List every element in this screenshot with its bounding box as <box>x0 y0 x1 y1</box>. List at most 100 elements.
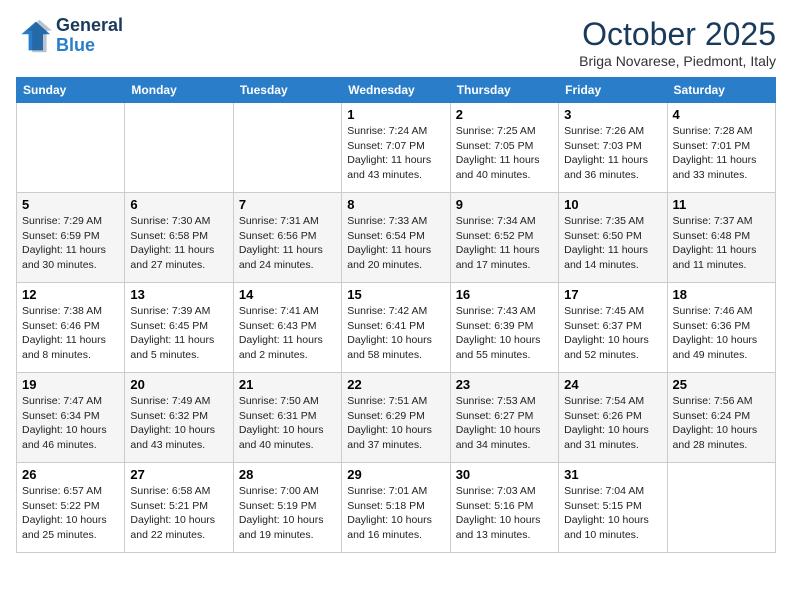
day-number: 14 <box>239 287 336 302</box>
day-number: 8 <box>347 197 444 212</box>
day-number: 31 <box>564 467 661 482</box>
day-info: Sunrise: 7:45 AM Sunset: 6:37 PM Dayligh… <box>564 304 661 363</box>
day-info: Sunrise: 7:42 AM Sunset: 6:41 PM Dayligh… <box>347 304 444 363</box>
day-info: Sunrise: 7:03 AM Sunset: 5:16 PM Dayligh… <box>456 484 553 543</box>
logo-line1: General <box>56 15 123 35</box>
calendar-cell: 15 Sunrise: 7:42 AM Sunset: 6:41 PM Dayli… <box>342 283 450 373</box>
calendar-cell: 13 Sunrise: 7:39 AM Sunset: 6:45 PM Dayli… <box>125 283 233 373</box>
calendar-cell: 29 Sunrise: 7:01 AM Sunset: 5:18 PM Dayli… <box>342 463 450 553</box>
calendar-cell: 14 Sunrise: 7:41 AM Sunset: 6:43 PM Dayli… <box>233 283 341 373</box>
calendar-cell: 18Sunrise: 7:46 AM Sunset: 6:36 PM Dayli… <box>667 283 775 373</box>
calendar-cell: 12 Sunrise: 7:38 AM Sunset: 6:46 PM Dayli… <box>17 283 125 373</box>
day-number: 29 <box>347 467 444 482</box>
day-info: Sunrise: 7:00 AM Sunset: 5:19 PM Dayligh… <box>239 484 336 543</box>
calendar-cell: 7 Sunrise: 7:31 AM Sunset: 6:56 PM Daylig… <box>233 193 341 283</box>
day-number: 30 <box>456 467 553 482</box>
day-info: Sunrise: 7:35 AM Sunset: 6:50 PM Dayligh… <box>564 214 661 273</box>
day-info: Sunrise: 7:04 AM Sunset: 5:15 PM Dayligh… <box>564 484 661 543</box>
title-block: October 2025 Briga Novarese, Piedmont, I… <box>579 16 776 69</box>
day-number: 26 <box>22 467 119 482</box>
calendar-cell: 26 Sunrise: 6:57 AM Sunset: 5:22 PM Dayli… <box>17 463 125 553</box>
day-info: Sunrise: 7:46 AM Sunset: 6:36 PM Dayligh… <box>673 304 770 363</box>
day-number: 12 <box>22 287 119 302</box>
day-number: 25 <box>673 377 770 392</box>
day-info: Sunrise: 7:24 AM Sunset: 7:07 PM Dayligh… <box>347 124 444 183</box>
day-number: 17 <box>564 287 661 302</box>
day-info: Sunrise: 7:33 AM Sunset: 6:54 PM Dayligh… <box>347 214 444 273</box>
day-info: Sunrise: 7:53 AM Sunset: 6:27 PM Dayligh… <box>456 394 553 453</box>
day-info: Sunrise: 7:41 AM Sunset: 6:43 PM Dayligh… <box>239 304 336 363</box>
calendar-cell: 5 Sunrise: 7:29 AM Sunset: 6:59 PM Daylig… <box>17 193 125 283</box>
day-number: 5 <box>22 197 119 212</box>
day-number: 4 <box>673 107 770 122</box>
day-number: 9 <box>456 197 553 212</box>
day-info: Sunrise: 7:43 AM Sunset: 6:39 PM Dayligh… <box>456 304 553 363</box>
day-info: Sunrise: 7:51 AM Sunset: 6:29 PM Dayligh… <box>347 394 444 453</box>
day-info: Sunrise: 7:39 AM Sunset: 6:45 PM Dayligh… <box>130 304 227 363</box>
calendar-cell <box>233 103 341 193</box>
day-number: 6 <box>130 197 227 212</box>
month-title: October 2025 <box>579 16 776 53</box>
weekday-header: Sunday <box>17 78 125 103</box>
day-number: 19 <box>22 377 119 392</box>
day-number: 7 <box>239 197 336 212</box>
day-number: 21 <box>239 377 336 392</box>
calendar-header: SundayMondayTuesdayWednesdayThursdayFrid… <box>17 78 776 103</box>
day-number: 11 <box>673 197 770 212</box>
day-number: 24 <box>564 377 661 392</box>
logo-icon <box>16 18 52 54</box>
day-number: 16 <box>456 287 553 302</box>
calendar-cell: 4 Sunrise: 7:28 AM Sunset: 7:01 PM Daylig… <box>667 103 775 193</box>
calendar-cell: 31 Sunrise: 7:04 AM Sunset: 5:15 PM Dayli… <box>559 463 667 553</box>
day-number: 13 <box>130 287 227 302</box>
logo-line2: Blue <box>56 35 95 55</box>
calendar-cell: 22 Sunrise: 7:51 AM Sunset: 6:29 PM Dayli… <box>342 373 450 463</box>
calendar-cell: 23Sunrise: 7:53 AM Sunset: 6:27 PM Dayli… <box>450 373 558 463</box>
weekday-header: Tuesday <box>233 78 341 103</box>
day-info: Sunrise: 6:58 AM Sunset: 5:21 PM Dayligh… <box>130 484 227 543</box>
weekday-header: Friday <box>559 78 667 103</box>
logo: General Blue <box>16 16 123 56</box>
weekday-header: Thursday <box>450 78 558 103</box>
day-info: Sunrise: 7:50 AM Sunset: 6:31 PM Dayligh… <box>239 394 336 453</box>
day-number: 15 <box>347 287 444 302</box>
calendar-cell: 19 Sunrise: 7:47 AM Sunset: 6:34 PM Dayli… <box>17 373 125 463</box>
calendar-cell: 1 Sunrise: 7:24 AM Sunset: 7:07 PM Daylig… <box>342 103 450 193</box>
day-number: 1 <box>347 107 444 122</box>
day-info: Sunrise: 7:49 AM Sunset: 6:32 PM Dayligh… <box>130 394 227 453</box>
calendar-cell: 17 Sunrise: 7:45 AM Sunset: 6:37 PM Dayli… <box>559 283 667 373</box>
day-info: Sunrise: 7:54 AM Sunset: 6:26 PM Dayligh… <box>564 394 661 453</box>
weekday-header: Monday <box>125 78 233 103</box>
day-number: 28 <box>239 467 336 482</box>
calendar-cell: 30 Sunrise: 7:03 AM Sunset: 5:16 PM Dayli… <box>450 463 558 553</box>
location-subtitle: Briga Novarese, Piedmont, Italy <box>579 53 776 69</box>
calendar-cell: 11 Sunrise: 7:37 AM Sunset: 6:48 PM Dayli… <box>667 193 775 283</box>
calendar-cell: 27Sunrise: 6:58 AM Sunset: 5:21 PM Dayli… <box>125 463 233 553</box>
calendar-cell <box>125 103 233 193</box>
day-number: 22 <box>347 377 444 392</box>
day-number: 2 <box>456 107 553 122</box>
weekday-header: Wednesday <box>342 78 450 103</box>
page-header: General Blue October 2025 Briga Novarese… <box>16 16 776 69</box>
calendar-cell: 28 Sunrise: 7:00 AM Sunset: 5:19 PM Dayli… <box>233 463 341 553</box>
calendar-cell: 25Sunrise: 7:56 AM Sunset: 6:24 PM Dayli… <box>667 373 775 463</box>
calendar-cell: 8 Sunrise: 7:33 AM Sunset: 6:54 PM Daylig… <box>342 193 450 283</box>
day-info: Sunrise: 7:29 AM Sunset: 6:59 PM Dayligh… <box>22 214 119 273</box>
day-info: Sunrise: 7:01 AM Sunset: 5:18 PM Dayligh… <box>347 484 444 543</box>
day-number: 3 <box>564 107 661 122</box>
day-info: Sunrise: 7:37 AM Sunset: 6:48 PM Dayligh… <box>673 214 770 273</box>
day-info: Sunrise: 7:47 AM Sunset: 6:34 PM Dayligh… <box>22 394 119 453</box>
day-info: Sunrise: 7:34 AM Sunset: 6:52 PM Dayligh… <box>456 214 553 273</box>
day-info: Sunrise: 7:31 AM Sunset: 6:56 PM Dayligh… <box>239 214 336 273</box>
day-info: Sunrise: 6:57 AM Sunset: 5:22 PM Dayligh… <box>22 484 119 543</box>
calendar-cell: 20Sunrise: 7:49 AM Sunset: 6:32 PM Dayli… <box>125 373 233 463</box>
calendar-cell: 21 Sunrise: 7:50 AM Sunset: 6:31 PM Dayli… <box>233 373 341 463</box>
calendar-cell: 10 Sunrise: 7:35 AM Sunset: 6:50 PM Dayli… <box>559 193 667 283</box>
calendar-cell: 3Sunrise: 7:26 AM Sunset: 7:03 PM Daylig… <box>559 103 667 193</box>
calendar-cell <box>17 103 125 193</box>
calendar-cell <box>667 463 775 553</box>
day-info: Sunrise: 7:28 AM Sunset: 7:01 PM Dayligh… <box>673 124 770 183</box>
day-info: Sunrise: 7:25 AM Sunset: 7:05 PM Dayligh… <box>456 124 553 183</box>
day-number: 10 <box>564 197 661 212</box>
day-info: Sunrise: 7:38 AM Sunset: 6:46 PM Dayligh… <box>22 304 119 363</box>
